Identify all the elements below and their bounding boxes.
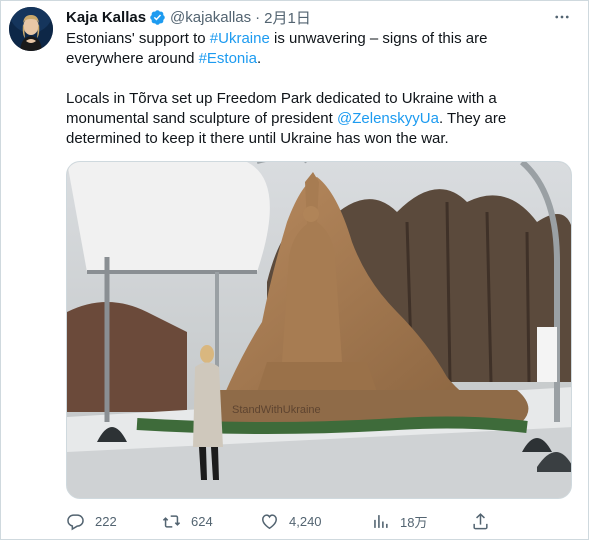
tweet-text-line: monumental sand sculpture of president @… bbox=[66, 110, 507, 127]
retweet-button[interactable]: 624 bbox=[162, 509, 213, 533]
tweet-card: Kaja Kallas @kajakallas · 2月1日 Estonians… bbox=[0, 0, 589, 540]
reply-icon bbox=[67, 513, 84, 530]
tweet-text-line: determined to keep it there until Ukrain… bbox=[66, 130, 449, 147]
author-handle[interactable]: @kajakallas bbox=[170, 9, 251, 26]
mention-zelenskyyua-link[interactable]: @ZelenskyyUa bbox=[337, 110, 439, 127]
author-name[interactable]: Kaja Kallas bbox=[66, 9, 146, 26]
hashtag-estonia-link[interactable]: #Estonia bbox=[199, 50, 257, 67]
more-dots-icon bbox=[555, 15, 569, 19]
more-options-button[interactable] bbox=[550, 7, 574, 27]
views-button[interactable]: 18万 bbox=[371, 509, 427, 533]
heart-icon bbox=[262, 513, 277, 529]
tweet-text-line: Locals in Tõrva set up Freedom Park dedi… bbox=[66, 90, 497, 107]
action-bar: 222 624 4,240 18万 bbox=[66, 509, 496, 533]
reply-count: 222 bbox=[95, 513, 117, 529]
like-button[interactable]: 4,240 bbox=[260, 509, 322, 533]
sculpture-inscription: StandWithUkraine bbox=[232, 404, 321, 416]
hashtag-ukraine-link[interactable]: #Ukraine bbox=[210, 30, 270, 47]
tweet-text-line: Estonians' support to #Ukraine is unwave… bbox=[66, 30, 488, 47]
retweet-count: 624 bbox=[191, 513, 213, 529]
tweet-text: Estonians' support to #Ukraine is unwave… bbox=[66, 29, 576, 149]
retweet-icon bbox=[162, 514, 181, 528]
avatar[interactable] bbox=[9, 7, 53, 51]
views-count: 18万 bbox=[400, 514, 428, 530]
header-separator: · bbox=[255, 8, 261, 26]
views-bar-chart-icon bbox=[374, 514, 388, 528]
verified-badge-icon bbox=[150, 9, 165, 25]
tweet-date[interactable]: 2月1日 bbox=[264, 7, 311, 28]
tweet-header: Kaja Kallas @kajakallas · 2月1日 bbox=[66, 7, 311, 27]
reply-button[interactable]: 222 bbox=[66, 509, 117, 533]
share-button[interactable] bbox=[471, 509, 490, 533]
like-count: 4,240 bbox=[289, 513, 322, 529]
tweet-photo[interactable]: StandWithUkraine bbox=[66, 161, 572, 499]
tweet-text-line: everywhere around #Estonia. bbox=[66, 50, 262, 67]
share-icon bbox=[473, 512, 488, 529]
